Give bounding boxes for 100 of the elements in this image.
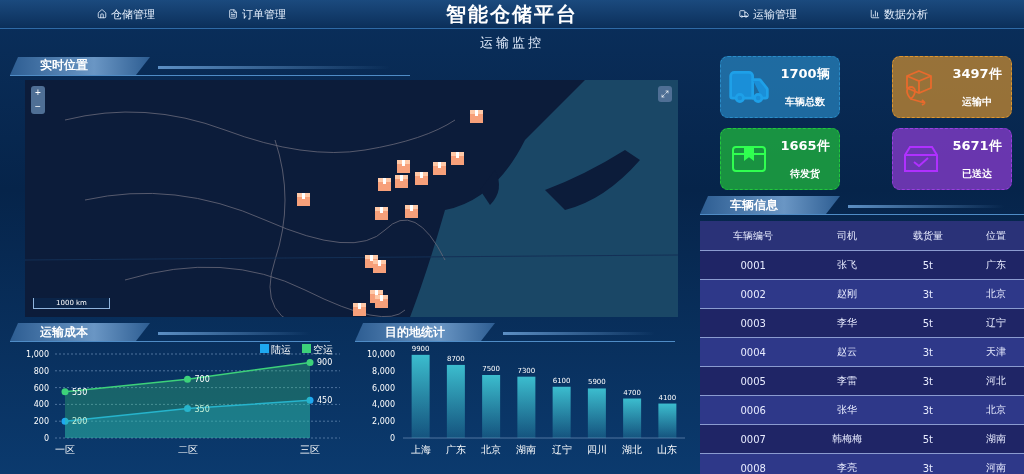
section-title: 运输成本 — [10, 323, 150, 341]
page-subtitle: 运输监控 — [480, 34, 544, 52]
table-cell: 0006 — [700, 395, 807, 425]
table-cell: 广东 — [968, 250, 1024, 280]
data-point — [61, 417, 69, 425]
table-cell: 赵云 — [806, 337, 888, 367]
data-label: 450 — [317, 396, 333, 406]
axis-label: 4,000 — [372, 400, 395, 410]
axis-label: 上海 — [410, 444, 431, 455]
table-cell: 3t — [887, 337, 969, 367]
table-cell: 河北 — [968, 366, 1024, 396]
table-cell: 0003 — [700, 308, 807, 338]
data-point — [184, 375, 191, 383]
data-label: 200 — [72, 417, 88, 427]
axis-label: 湖北 — [622, 444, 643, 455]
stat-value: 5671件 — [952, 137, 1002, 155]
stat-label: 已送达 — [962, 167, 992, 181]
axis-label: 四川 — [586, 444, 607, 455]
section-title: 实时位置 — [10, 56, 150, 75]
bar — [482, 375, 501, 438]
table-cell: 3t — [887, 395, 969, 425]
data-point — [306, 396, 314, 404]
column-header: 位置 — [968, 221, 1024, 251]
table-cell: 张飞 — [806, 250, 888, 280]
table-cell: 韩梅梅 — [806, 424, 888, 454]
nav-link[interactable]: 运输管理 — [738, 6, 797, 22]
table-cell: 0005 — [700, 366, 807, 396]
data-label: 700 — [194, 375, 210, 385]
table-cell: 李亮 — [806, 453, 888, 474]
bar — [587, 388, 606, 438]
data-point — [306, 358, 314, 366]
axis-label: 200 — [33, 417, 49, 427]
axis-label: 广东 — [445, 444, 466, 455]
table-cell: 0004 — [700, 337, 807, 367]
table-cell: 3t — [887, 366, 969, 396]
zoom-in-button[interactable]: + — [31, 85, 45, 100]
axis-label: 三区 — [300, 444, 320, 455]
section-title: 目的地统计 — [355, 323, 495, 341]
table-cell: 5t — [887, 308, 969, 338]
bar — [517, 376, 536, 438]
table-cell: 北京 — [968, 279, 1024, 309]
axis-label: 600 — [33, 383, 49, 393]
table-cell: 张华 — [806, 395, 888, 425]
axis-label: 二区 — [177, 444, 198, 455]
axis-label: 400 — [33, 400, 49, 410]
axis-label: 0 — [389, 434, 395, 443]
nav-link[interactable]: 数据分析 — [869, 6, 928, 22]
axis-label: 10,000 — [367, 350, 395, 359]
axis-label: 北京 — [481, 444, 502, 455]
table-cell: 河南 — [968, 453, 1024, 474]
nav-link[interactable]: 仓储管理 — [96, 6, 155, 22]
stat-label: 运输中 — [962, 95, 992, 109]
table-cell: 北京 — [968, 395, 1024, 425]
bar — [658, 403, 677, 438]
home-icon — [96, 9, 107, 19]
zoom-out-button[interactable]: − — [31, 99, 45, 114]
axis-label: 辽宁 — [551, 444, 572, 455]
data-point — [61, 388, 69, 396]
table-cell: 0002 — [700, 279, 807, 309]
stat-label: 待发货 — [790, 167, 820, 181]
nav-link[interactable]: 订单管理 — [227, 6, 286, 22]
axis-label: 2,000 — [372, 417, 395, 427]
expand-icon — [661, 89, 669, 98]
stat-value: 1665件 — [780, 137, 830, 155]
data-label: 350 — [194, 404, 210, 414]
table-cell: 辽宁 — [968, 308, 1024, 338]
table-cell: 0007 — [700, 424, 807, 454]
table-cell: 5t — [887, 250, 969, 280]
app-title: 智能仓储平台 — [445, 0, 579, 28]
axis-label: 0 — [43, 434, 49, 443]
truck-icon — [738, 9, 749, 19]
document-icon — [227, 9, 238, 19]
column-header: 载货量 — [887, 221, 969, 251]
stat-value: 1700辆 — [780, 65, 830, 83]
table-cell: 赵刚 — [806, 279, 888, 309]
axis-label: 湖南 — [516, 444, 537, 455]
table-cell: 李华 — [806, 308, 888, 338]
table-cell: 0008 — [700, 453, 807, 474]
axis-label: 6,000 — [372, 383, 395, 393]
bar — [623, 398, 642, 438]
table-cell: 3t — [887, 279, 969, 309]
table-cell: 3t — [887, 453, 969, 474]
axis-label: 1,000 — [26, 350, 49, 359]
table-cell: 0001 — [700, 250, 807, 280]
section-title: 车辆信息 — [700, 196, 840, 214]
bar-chart-icon — [869, 9, 880, 19]
table-cell: 湖南 — [968, 424, 1024, 454]
legend-label: 空运 — [313, 344, 333, 355]
stat-label: 车辆总数 — [785, 95, 825, 109]
data-label: 550 — [72, 387, 88, 397]
table-cell: 天津 — [968, 337, 1024, 367]
axis-label: 8,000 — [372, 366, 395, 376]
bar — [552, 386, 571, 438]
table-cell: 李雷 — [806, 366, 888, 396]
stat-value: 3497件 — [952, 65, 1002, 83]
column-header: 车辆编号 — [700, 221, 807, 251]
axis-label: 一区 — [55, 444, 75, 455]
column-header: 司机 — [806, 221, 888, 251]
data-label: 900 — [317, 358, 333, 368]
legend-label: 陆运 — [271, 344, 291, 355]
